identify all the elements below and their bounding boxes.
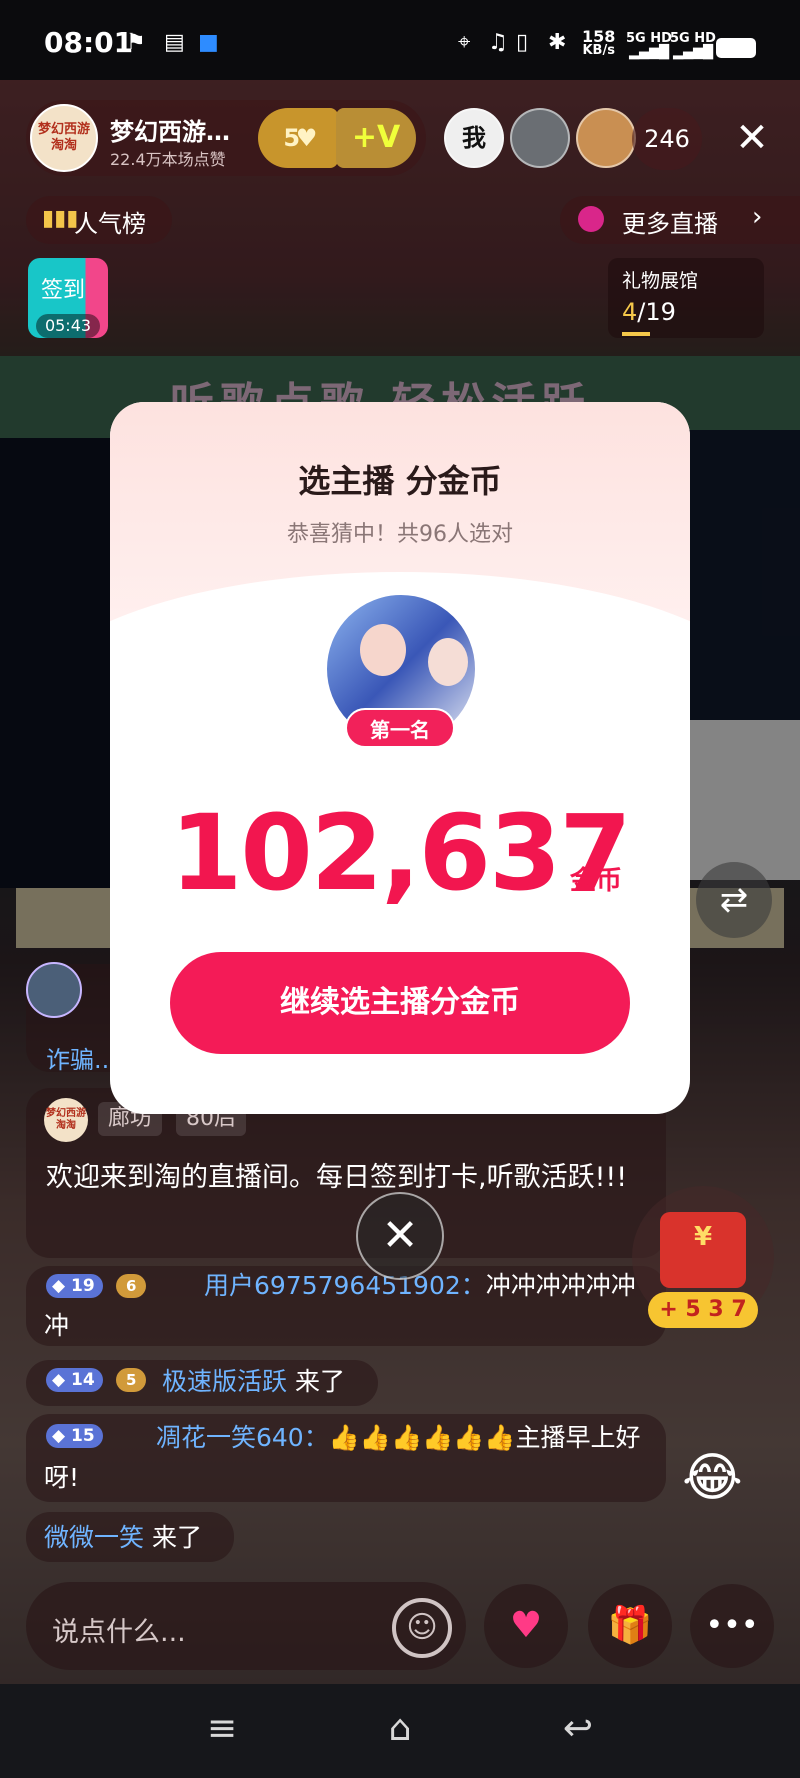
calendar-icon: ▤ — [164, 30, 185, 55]
viewer-avatar[interactable]: 我 — [444, 108, 504, 168]
continue-button[interactable]: 继续选主播分金币 — [170, 952, 630, 1054]
menu-icon[interactable]: ≡ — [192, 1708, 252, 1749]
bluetooth-icon: ✱ — [548, 30, 567, 55]
welcome-avatar: 梦幻西游 淘淘 — [44, 1098, 88, 1142]
comment-placeholder: 说点什么... — [52, 1617, 186, 1648]
fan-club-badge[interactable]: ♥5 — [258, 108, 338, 168]
net-speed: 158 KB/s — [582, 27, 616, 58]
gift-gallery-current: 4 — [622, 298, 638, 326]
treasure-chest-icon: ¥ — [660, 1212, 746, 1288]
modal-subtitle: 恭喜猜中！共96人选对 — [287, 522, 513, 547]
anchor-avatar[interactable]: 梦幻西游 淘淘 — [30, 104, 98, 172]
chat-content: 👍👍👍👍👍👍主播早上好呀! — [44, 1423, 641, 1492]
home-icon[interactable]: ⌂ — [370, 1708, 430, 1749]
modal-close-button[interactable]: ✕ — [356, 1192, 444, 1280]
status-bar: 08:01 ⚑ ▤ ■ ⌖ ♫ ▯ ✱ 158 KB/s 5G HD ▂▄▆█ … — [0, 0, 800, 80]
anchor-name[interactable]: 梦幻西游… — [110, 112, 250, 147]
net-speed-unit: KB/s — [582, 43, 615, 58]
bar-chart-icon: ▮▮▮ — [42, 206, 79, 231]
checkin-label: 签到 — [40, 278, 85, 303]
app-icon: ■ — [198, 30, 219, 55]
vibrate-icon: ▯ — [516, 30, 529, 55]
like-heart-icon[interactable]: ♥ — [484, 1584, 568, 1668]
diamond-icon: ◆ — [52, 1276, 66, 1296]
result-modal: 选主播 分金币 恭喜猜中！共96人选对 第一名 102,637 金币 继续选主播… — [110, 402, 690, 1114]
chat-username[interactable]: 凋花一笑640： — [156, 1423, 329, 1452]
user-level: 19 — [71, 1276, 95, 1296]
coin-unit: 金币 — [570, 866, 623, 896]
signal-bars-icon: ▂▄▆█ — [628, 45, 669, 60]
fan-level: 5 — [283, 124, 301, 152]
rotate-screen-icon[interactable]: ⇄ — [696, 862, 772, 938]
battery-icon — [716, 38, 756, 58]
chat-message-text: 凋花一笑640：👍👍👍👍👍👍主播早上好呀! — [44, 1418, 654, 1498]
chat-content: 来了 — [144, 1523, 202, 1552]
viewer-avatar[interactable] — [576, 108, 636, 168]
follow-v-button[interactable]: +V — [336, 108, 416, 168]
first-place-badge: 第一名 — [345, 708, 455, 748]
chat-message-text: 微微一笑 来了 — [44, 1518, 202, 1558]
coin-amount: 102,637 — [170, 792, 632, 914]
chevron-right-icon: › — [752, 202, 763, 232]
net-speed-value: 158 — [582, 27, 616, 46]
chat-content: 来了 — [287, 1367, 345, 1396]
user-level-badge: ◆ 14 — [46, 1368, 103, 1392]
welcome-text: 欢迎来到淘的直播间。每日签到打卡,听歌活跃!!! — [46, 1162, 628, 1193]
chat-username[interactable]: 极速版活跃 — [162, 1367, 287, 1396]
gift-gallery-total: /19 — [637, 298, 676, 326]
laughing-emoji-icon[interactable]: 😂 — [682, 1448, 743, 1508]
diamond-icon: ◆ — [52, 1426, 66, 1446]
popularity-rank-label: 人气榜 — [74, 210, 146, 238]
close-live-button[interactable]: ✕ — [728, 112, 776, 164]
sim2-label: 5G HD — [670, 31, 716, 46]
location-icon: ⌖ — [458, 30, 471, 55]
gift-gallery-progress: 4/19 — [622, 298, 676, 326]
fan-level-badge: 6 — [116, 1274, 147, 1298]
gift-gallery-title: 礼物展馆 — [622, 270, 699, 292]
chat-username[interactable]: 用户6975796451902： — [204, 1271, 486, 1300]
checkin-timer: 05:43 — [36, 314, 100, 338]
live-ball-icon — [578, 206, 604, 232]
emoji-icon[interactable]: ☺ — [392, 1598, 452, 1658]
chat-username[interactable]: 微微一笑 — [44, 1523, 144, 1552]
more-live-label: 更多直播 — [622, 210, 718, 238]
gift-icon[interactable]: 🎁 — [588, 1584, 672, 1668]
viewer-avatar[interactable] — [510, 108, 570, 168]
diamond-icon: ◆ — [52, 1370, 66, 1390]
more-options-icon[interactable]: ••• — [690, 1584, 774, 1668]
status-time: 08:01 — [44, 26, 134, 59]
microphone-icon: ♫ — [488, 30, 508, 55]
modal-title: 选主播 分金币 — [298, 462, 502, 500]
anchor-likes: 22.4万本场点赞 — [110, 150, 226, 169]
winner-avatar-face — [428, 638, 468, 686]
gift-gallery-bar — [622, 332, 650, 336]
back-icon[interactable]: ↩ — [548, 1708, 608, 1749]
fan-level-badge: 5 — [116, 1368, 147, 1392]
winner-avatar-face — [360, 624, 406, 676]
sim1-signal: 5G HD ▂▄▆█ — [626, 32, 672, 60]
viewer-count[interactable]: 246 — [632, 108, 702, 170]
chat-partial-message: 诈骗... — [46, 1046, 117, 1074]
sim1-label: 5G HD — [626, 31, 672, 46]
user-level-badge: ◆ 15 — [46, 1424, 103, 1448]
notification-icon: ⚑ — [126, 30, 146, 55]
user-level: 14 — [71, 1370, 95, 1390]
user-level: 15 — [71, 1426, 95, 1446]
chat-message-text: 极速版活跃 来了 — [162, 1362, 345, 1402]
chest-reward-badge: + 5 3 7 — [648, 1292, 758, 1328]
sim2-signal: 5G HD ▂▄▆█ — [670, 32, 716, 60]
user-level-badge: ◆ 19 — [46, 1274, 103, 1298]
signal-bars-icon: ▂▄▆█ — [672, 45, 713, 60]
chat-user-avatar[interactable] — [26, 962, 82, 1018]
